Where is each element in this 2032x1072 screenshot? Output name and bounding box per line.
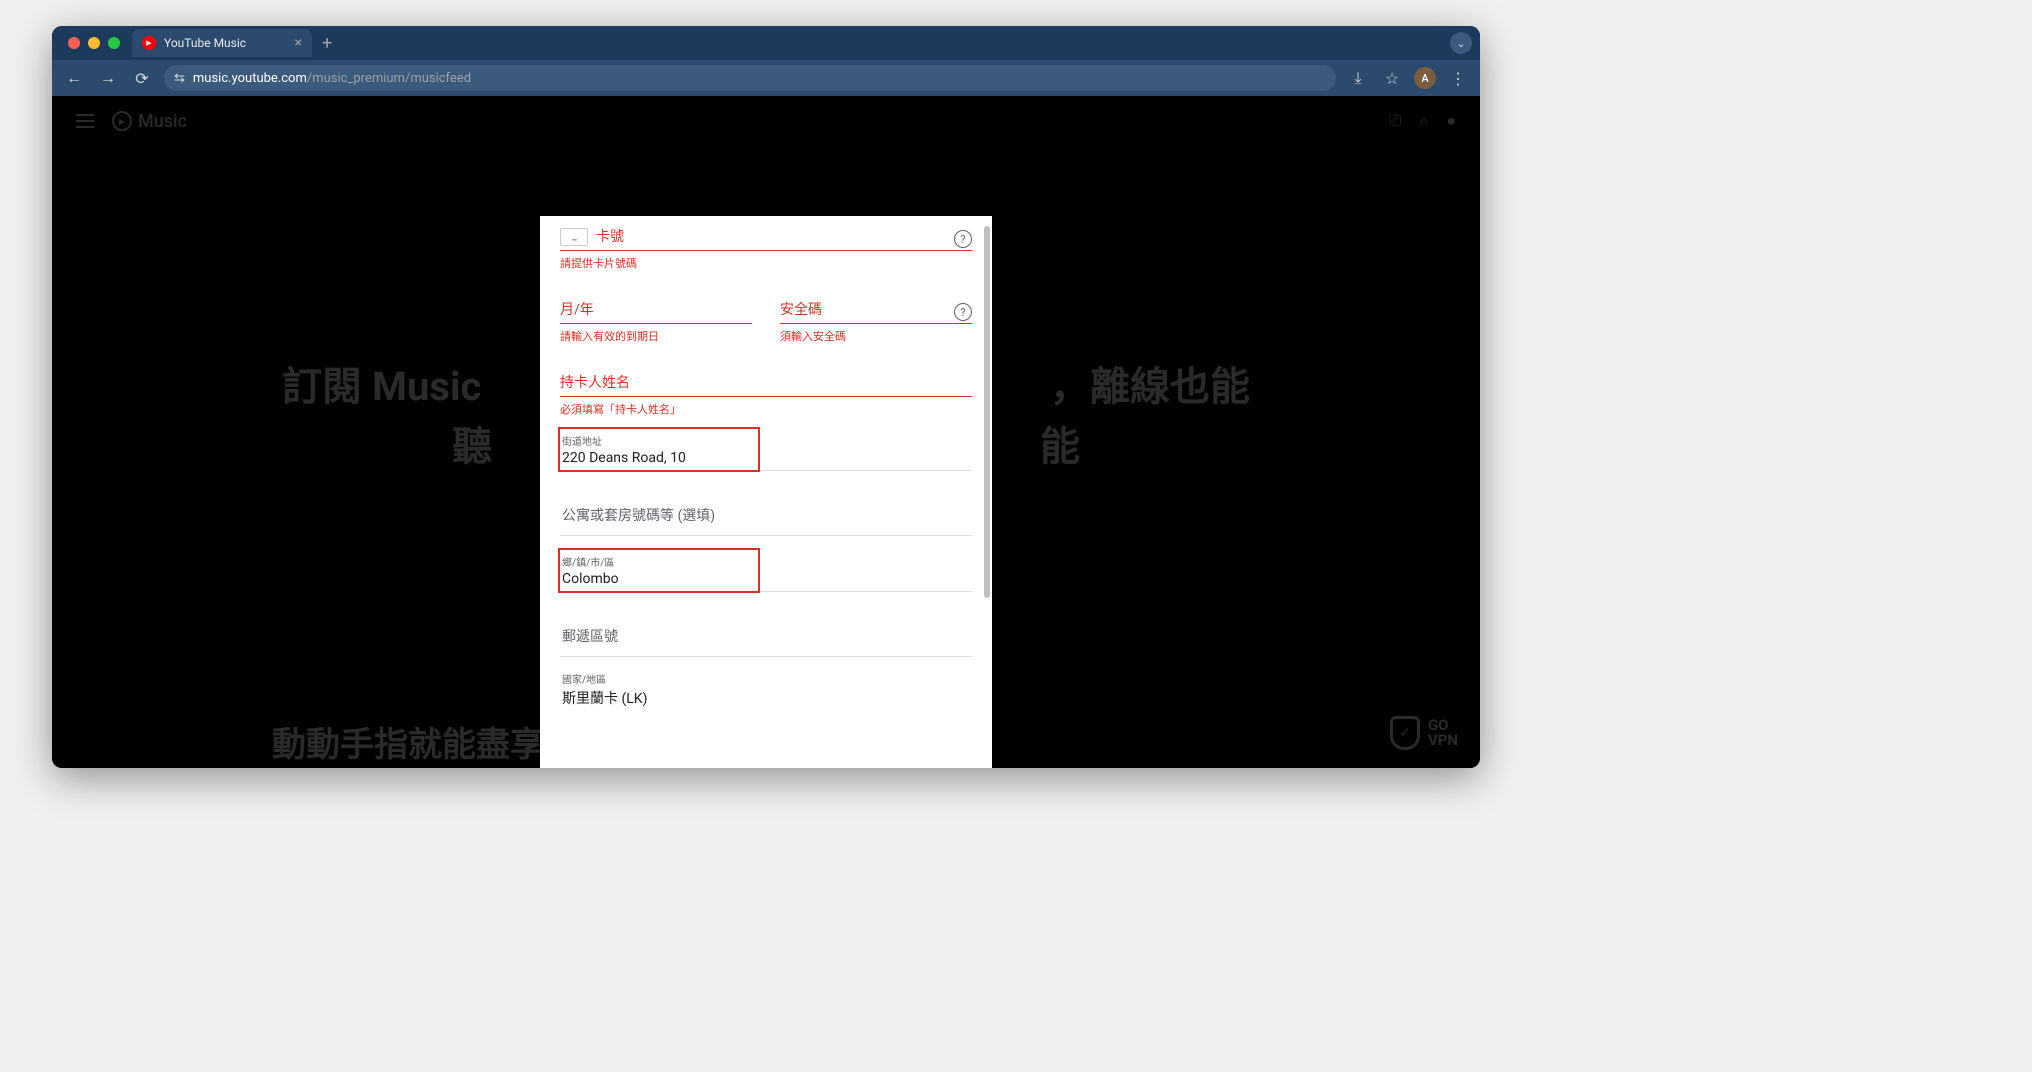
street-value: 220 Deans Road, 10 xyxy=(562,450,970,466)
youtube-music-logo[interactable]: Music xyxy=(112,111,187,132)
expiry-label[interactable]: 月/年 xyxy=(560,299,752,321)
postal-field[interactable]: 郵遞區號 xyxy=(560,614,972,657)
cast-icon[interactable]: ⎚ xyxy=(1389,111,1402,131)
shield-icon: ✓ xyxy=(1390,716,1420,750)
tab-close-icon[interactable]: × xyxy=(295,35,302,51)
window-minimize[interactable] xyxy=(88,37,100,49)
tab-strip: YouTube Music × + ⌄ xyxy=(52,26,1480,60)
cardholder-error: 必須填寫「持卡人姓名」 xyxy=(560,401,972,417)
card-number-field: •••• 卡號 ? 請提供卡片號碼 xyxy=(560,226,972,271)
street-mini-label: 街道地址 xyxy=(562,433,970,448)
header-actions: ⎚ ⌕ ● xyxy=(1389,111,1456,131)
bg-heading-left: 訂閱 Music xyxy=(282,354,481,412)
browser-tab[interactable]: YouTube Music × xyxy=(132,29,312,57)
site-info-icon[interactable]: ⇆ xyxy=(174,71,185,86)
govpn-watermark: ✓ GO VPN xyxy=(1390,716,1458,750)
payment-form-modal: •••• 卡號 ? 請提供卡片號碼 月/年 請輸入有效的到期日 xyxy=(540,216,992,768)
page-content: Music ⎚ ⌕ ● 訂閱 Music ，離線也能 聽 能 動動手指就能盡享超… xyxy=(52,96,1480,768)
credit-card-icon: •••• xyxy=(560,228,588,246)
cvc-field: 安全碼 ? 須輸入安全碼 xyxy=(780,299,972,344)
tab-title: YouTube Music xyxy=(164,36,246,50)
cvc-error: 須輸入安全碼 xyxy=(780,328,972,344)
cardholder-field: 持卡人姓名 必須填寫「持卡人姓名」 xyxy=(560,372,972,417)
card-number-help-icon[interactable]: ? xyxy=(954,230,972,248)
url-input[interactable]: ⇆ music.youtube.com/music_premium/musicf… xyxy=(164,65,1336,91)
modal-scrollbar[interactable] xyxy=(984,226,990,758)
account-icon[interactable]: ● xyxy=(1446,111,1456,131)
cvc-label[interactable]: 安全碼 xyxy=(780,299,954,321)
bg-line2-left: 聽 xyxy=(452,414,492,472)
search-icon[interactable]: ⌕ xyxy=(1419,111,1428,131)
window-maximize[interactable] xyxy=(108,37,120,49)
card-number-error: 請提供卡片號碼 xyxy=(560,255,972,271)
profile-avatar[interactable]: A xyxy=(1414,67,1436,89)
tabs-dropdown-button[interactable]: ⌄ xyxy=(1450,32,1472,54)
forward-button[interactable]: → xyxy=(96,66,120,90)
card-number-label[interactable]: 卡號 xyxy=(596,226,954,248)
window-controls xyxy=(68,37,120,49)
city-mini-label: 鄉/鎮/市/區 xyxy=(562,554,970,569)
country-mini-label: 國家/地區 xyxy=(562,671,970,686)
address-bar: ← → ⟳ ⇆ music.youtube.com/music_premium/… xyxy=(52,60,1480,96)
browser-window: YouTube Music × + ⌄ ← → ⟳ ⇆ music.youtub… xyxy=(52,26,1480,768)
install-app-icon[interactable]: ⤓ xyxy=(1346,66,1370,90)
url-domain: music.youtube.com xyxy=(193,71,307,86)
app-header: Music ⎚ ⌕ ● xyxy=(52,96,1480,146)
city-field[interactable]: 鄉/鎮/市/區 Colombo xyxy=(560,550,972,592)
country-value: 斯里蘭卡 (LK) xyxy=(562,688,970,708)
postal-placeholder: 郵遞區號 xyxy=(562,618,970,652)
scrollbar-thumb[interactable] xyxy=(984,226,990,598)
street-address-field[interactable]: 街道地址 220 Deans Road, 10 xyxy=(560,429,972,471)
url-path: /music_premium/musicfeed xyxy=(307,71,471,86)
expiry-field: 月/年 請輸入有效的到期日 xyxy=(560,299,752,344)
youtube-favicon-icon xyxy=(142,36,156,50)
browser-menu-icon[interactable]: ⋮ xyxy=(1446,66,1470,90)
back-button[interactable]: ← xyxy=(62,66,86,90)
apartment-field[interactable]: 公寓或套房號碼等 (選填) xyxy=(560,493,972,536)
country-field[interactable]: 國家/地區 斯里蘭卡 (LK) xyxy=(560,667,972,712)
cvc-help-icon[interactable]: ? xyxy=(954,303,972,321)
apartment-placeholder: 公寓或套房號碼等 (選填) xyxy=(562,497,970,531)
city-value: Colombo xyxy=(562,571,970,587)
hamburger-menu-icon[interactable] xyxy=(76,114,94,128)
music-logo-icon xyxy=(112,111,132,131)
reload-button[interactable]: ⟳ xyxy=(130,66,154,90)
govpn-text: GO VPN xyxy=(1428,718,1458,748)
expiry-error: 請輸入有效的到期日 xyxy=(560,328,752,344)
bg-line2-right: 能 xyxy=(1040,414,1080,472)
window-close[interactable] xyxy=(68,37,80,49)
bg-heading-right: ，離線也能 xyxy=(1050,354,1250,412)
cardholder-label[interactable]: 持卡人姓名 xyxy=(560,372,972,394)
new-tab-button[interactable]: + xyxy=(312,29,342,58)
bookmark-star-icon[interactable]: ☆ xyxy=(1380,66,1404,90)
